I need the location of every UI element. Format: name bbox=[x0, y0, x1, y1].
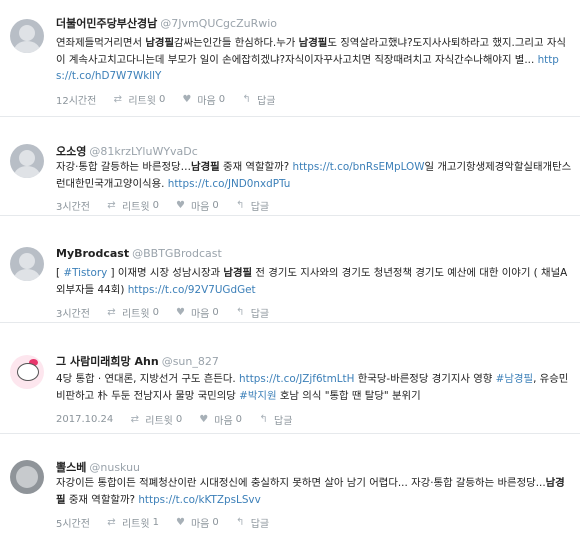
like-button[interactable]: ♥ 마음 0 bbox=[175, 515, 219, 530]
timestamp[interactable]: 2017.10.24 bbox=[56, 414, 113, 425]
user-handle[interactable]: @sun_827 bbox=[162, 355, 219, 368]
heart-icon: ♥ bbox=[175, 307, 185, 318]
reply-button[interactable]: ↰ 답글 bbox=[235, 198, 269, 213]
user-name[interactable]: MyBrodcast bbox=[56, 247, 129, 260]
avatar[interactable] bbox=[10, 144, 44, 178]
retweet-button[interactable]: ⇄ 리트윗 0 bbox=[112, 92, 166, 107]
user-handle[interactable]: @BBTGBrodcast bbox=[132, 247, 222, 260]
reply-icon: ↰ bbox=[242, 94, 251, 105]
tweet-item: MyBrodcast @BBTGBrodcast [ #Tistory ] 이재명… bbox=[0, 217, 580, 323]
tweet-item: 그 사람미래희망 Ahn @sun_827 4당 통합 · 연대론, 지방선거 구… bbox=[0, 324, 580, 434]
retweet-icon: ⇄ bbox=[113, 94, 123, 105]
tweet-link[interactable]: https://t.co/92V7UGdGet bbox=[128, 284, 256, 296]
retweet-button[interactable]: ⇄ 리트윗 0 bbox=[106, 198, 159, 213]
tweet-link[interactable]: https://t.co/kKTZpsLSvv bbox=[138, 494, 260, 506]
avatar[interactable] bbox=[10, 355, 44, 389]
tweet-link[interactable]: https://t.co/bnRsEMpLOW bbox=[292, 161, 424, 173]
like-button[interactable]: ♥ 마음 0 bbox=[181, 92, 225, 107]
tweet-text: 자강·통합 갈등하는 바른정당…남경필 중재 역할할까? https://t.c… bbox=[56, 159, 572, 192]
tweet-text-segment: 호남 의식 "통합 땐 탈당" 분위기 bbox=[276, 389, 421, 402]
user-handle[interactable]: @81krzLYluWYvaDc bbox=[89, 145, 197, 158]
reply-button[interactable]: ↰ 답글 bbox=[235, 515, 269, 530]
user-name[interactable]: 더불어민주당부산경남 bbox=[56, 17, 157, 30]
tweet-link[interactable]: https://t.co/JZjf6tmLtH bbox=[239, 373, 354, 385]
heart-icon: ♥ bbox=[175, 517, 185, 528]
user-name[interactable]: 오소영 bbox=[56, 145, 86, 158]
retweet-icon: ⇄ bbox=[107, 307, 116, 318]
reply-icon: ↰ bbox=[236, 517, 245, 528]
reply-button[interactable]: ↰ 답글 bbox=[258, 412, 292, 427]
timestamp[interactable]: 3시간전 bbox=[56, 198, 90, 213]
like-button[interactable]: ♥ 마음 0 bbox=[175, 305, 219, 320]
keyword-highlight: 남경필 bbox=[191, 161, 220, 173]
keyword-highlight: 남경필 bbox=[298, 37, 328, 49]
tweet-text-segment: 4당 통합 · 연대론, 지방선거 구도 흔든다. bbox=[56, 373, 240, 385]
user-name[interactable]: 뽈스베 bbox=[56, 461, 86, 474]
retweet-icon: ⇄ bbox=[107, 517, 116, 528]
reply-button[interactable]: ↰ 답글 bbox=[235, 305, 269, 320]
reply-icon: ↰ bbox=[236, 307, 245, 318]
like-button[interactable]: ♥ 마음 0 bbox=[198, 412, 242, 427]
reply-icon: ↰ bbox=[236, 200, 245, 211]
avatar[interactable] bbox=[10, 247, 44, 281]
tweet-text-segment: 자강·통합 갈등하는 바른정당… bbox=[56, 161, 192, 173]
tweet-text-segment: 중재 역할할까? bbox=[219, 161, 293, 173]
tweet-item: 뽈스베 @nuskuu 자강이든 통합이든 적폐청산이란 시대정신에 충실하지 못… bbox=[0, 435, 580, 533]
avatar[interactable] bbox=[10, 19, 44, 53]
keyword-highlight: 남경필 bbox=[223, 267, 253, 279]
reply-button[interactable]: ↰ 답글 bbox=[241, 92, 275, 107]
tweet-text-segment: 중재 역할할까? bbox=[65, 493, 139, 506]
tweet-text: 연좌제들먹거리면서 남경필감싸는인간들 한심하다.누가 남경필도 징역살라고했냐… bbox=[56, 35, 572, 85]
tweet-text-segment: 자강이든 통합이든 적폐청산이란 시대정신에 충실하지 못하면 살아 남기 어렵… bbox=[56, 477, 546, 489]
hashtag-link[interactable]: #Tistory bbox=[63, 267, 107, 279]
retweet-button[interactable]: ⇄ 리트윗 1 bbox=[106, 515, 159, 530]
avatar[interactable] bbox=[10, 460, 44, 494]
retweet-icon: ⇄ bbox=[107, 200, 116, 211]
tweet-text-segment: 감싸는인간들 한심하다.누가 bbox=[174, 37, 299, 49]
retweet-button[interactable]: ⇄ 리트윗 0 bbox=[129, 412, 183, 427]
timestamp[interactable]: 5시간전 bbox=[56, 515, 90, 530]
tweet-feed: 더불어민주당부산경남 @7JvmQUCgcZuRwio 연좌제들먹거리면서 남경필… bbox=[0, 0, 580, 533]
tweet-text-segment: ] 이재명 시장 성남시장과 bbox=[107, 267, 224, 279]
tweet-text: 자강이든 통합이든 적폐청산이란 시대정신에 충실하지 못하면 살아 남기 어렵… bbox=[56, 475, 572, 508]
timestamp[interactable]: 3시간전 bbox=[56, 305, 90, 320]
tweet-text-segment: 한국당-바른정당 경기지사 영향 bbox=[354, 373, 496, 385]
retweet-icon: ⇄ bbox=[130, 414, 139, 425]
tweet-text: 4당 통합 · 연대론, 지방선거 구도 흔든다. https://t.co/J… bbox=[56, 371, 572, 404]
tweet-link[interactable]: https://t.co/JND0nxdPTu bbox=[168, 178, 291, 190]
tweet-text: [ #Tistory ] 이재명 시장 성남시장과 남경필 전 경기도 지사와의… bbox=[56, 265, 572, 298]
tweet-item: 더불어민주당부산경남 @7JvmQUCgcZuRwio 연좌제들먹거리면서 남경필… bbox=[0, 0, 580, 117]
user-handle[interactable]: @7JvmQUCgcZuRwio bbox=[160, 17, 277, 30]
heart-icon: ♥ bbox=[199, 414, 209, 425]
reply-icon: ↰ bbox=[259, 414, 268, 425]
hashtag-link[interactable]: #남경필 bbox=[496, 373, 533, 385]
user-handle[interactable]: @nuskuu bbox=[89, 461, 140, 474]
timestamp[interactable]: 12시간전 bbox=[56, 92, 96, 107]
heart-icon: ♥ bbox=[182, 94, 192, 105]
keyword-highlight: 남경필 bbox=[145, 37, 175, 49]
like-button[interactable]: ♥ 마음 0 bbox=[175, 198, 219, 213]
hashtag-link[interactable]: #박지원 bbox=[239, 390, 276, 402]
tweet-item: 오소영 @81krzLYluWYvaDc 자강·통합 갈등하는 바른정당…남경필 … bbox=[0, 118, 580, 216]
user-name[interactable]: 그 사람미래희망 Ahn bbox=[56, 355, 159, 368]
tweet-text-segment: 연좌제들먹거리면서 bbox=[56, 37, 146, 49]
retweet-button[interactable]: ⇄ 리트윗 0 bbox=[106, 305, 159, 320]
heart-icon: ♥ bbox=[175, 200, 185, 211]
